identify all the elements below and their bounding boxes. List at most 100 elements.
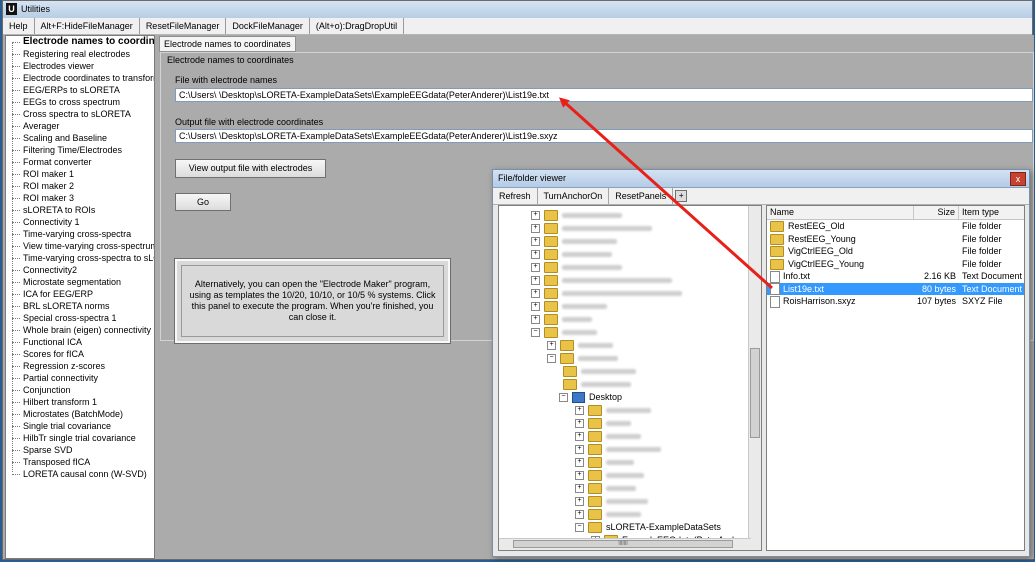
tree-node[interactable]: + — [575, 482, 636, 495]
folder-icon — [544, 314, 558, 326]
tree-node[interactable]: − — [531, 326, 597, 339]
sidebar-item[interactable]: Scores for fICA — [6, 348, 154, 360]
menu-help[interactable]: Help — [3, 18, 35, 34]
tree-node[interactable]: + — [575, 469, 644, 482]
tree-node[interactable]: + — [531, 274, 672, 287]
file-row[interactable]: RoisHarrison.sxyz 107 bytes SXYZ File — [767, 295, 1024, 308]
tree-node[interactable]: + — [531, 209, 622, 222]
tree-vertical-scrollbar[interactable] — [748, 206, 761, 550]
menu-hide-file-manager[interactable]: Alt+F:HideFileManager — [35, 18, 140, 34]
sidebar-item[interactable]: Sparse SVD — [6, 444, 154, 456]
sidebar-item[interactable]: Microstates (BatchMode) — [6, 408, 154, 420]
tree-node[interactable]: + — [547, 339, 613, 352]
folder-icon — [588, 470, 602, 482]
tree-node[interactable]: + — [531, 222, 652, 235]
file-row[interactable]: RestEEG_Young File folder — [767, 233, 1024, 245]
sidebar-item[interactable]: Time-varying cross-spectra to sLORE — [6, 252, 154, 264]
sidebar-item[interactable]: HilbTr single trial covariance — [6, 432, 154, 444]
sidebar-item[interactable]: ROI maker 2 — [6, 180, 154, 192]
sidebar-item[interactable]: Connectivity 1 — [6, 216, 154, 228]
tree-node[interactable] — [563, 365, 636, 378]
column-size[interactable]: Size — [914, 206, 959, 219]
turn-anchor-on-button[interactable]: TurnAnchorOn — [538, 188, 610, 204]
column-name[interactable]: Name — [767, 206, 914, 219]
view-output-button[interactable]: View output file with electrodes — [175, 159, 326, 178]
sidebar-item[interactable]: Registering real electrodes — [6, 48, 154, 60]
sidebar-item[interactable]: ROI maker 1 — [6, 168, 154, 180]
tree-node[interactable]: + — [575, 456, 634, 469]
file-row[interactable]: Info.txt 2.16 KB Text Document — [767, 270, 1024, 283]
tree-node[interactable]: − — [547, 352, 618, 365]
file-row[interactable]: List19e.txt 80 bytes Text Document — [767, 282, 1024, 296]
sidebar-item[interactable]: Single trial covariance — [6, 420, 154, 432]
reset-panels-button[interactable]: ResetPanels — [609, 188, 674, 204]
column-type[interactable]: Item type — [959, 206, 1024, 219]
tree-node[interactable]: + — [575, 430, 641, 443]
output-file-field[interactable]: C:\Users\ \Desktop\sLORETA-ExampleDataSe… — [175, 129, 1033, 143]
input-file-field[interactable]: C:\Users\ \Desktop\sLORETA-ExampleDataSe… — [175, 88, 1033, 102]
tree-node[interactable] — [563, 378, 631, 391]
tree-node[interactable]: + — [575, 508, 641, 521]
sidebar-item[interactable]: LORETA causal conn (W-SVD) — [6, 468, 154, 480]
sidebar-item[interactable]: Special cross-spectra 1 — [6, 312, 154, 324]
sidebar-item[interactable]: Scaling and Baseline — [6, 132, 154, 144]
file-row[interactable]: RestEEG_Old File folder — [767, 220, 1024, 233]
sidebar-item[interactable]: View time-varying cross-spectrum — [6, 240, 154, 252]
sidebar-item[interactable]: Format converter — [6, 156, 154, 168]
file-row[interactable]: VigCtrlEEG_Young File folder — [767, 258, 1024, 270]
tree-node-datasets[interactable]: − sLORETA-ExampleDataSets — [575, 521, 721, 534]
sidebar-item[interactable]: Time-varying cross-spectra — [6, 228, 154, 240]
electrode-maker-text: Alternatively, you can open the "Electro… — [181, 265, 444, 337]
sidebar-item[interactable]: Functional ICA — [6, 336, 154, 348]
tree-node[interactable]: + — [531, 248, 612, 261]
sidebar-item[interactable]: ICA for EEG/ERP — [6, 288, 154, 300]
sidebar-item[interactable]: BRL sLORETA norms — [6, 300, 154, 312]
tree-node-desktop[interactable]: − Desktop — [559, 391, 622, 404]
sidebar-item[interactable]: Partial connectivity — [6, 372, 154, 384]
sidebar-item[interactable]: Electrode names to coordinate — [6, 36, 154, 48]
tree-node[interactable]: + — [531, 287, 682, 300]
tab-electrode-names[interactable]: Electrode names to coordinates — [159, 36, 296, 52]
menu-drag-drop-util[interactable]: (Alt+o):DragDropUtil — [310, 18, 405, 34]
tree-scroll-thumb[interactable] — [750, 348, 760, 438]
tree-node[interactable]: + — [575, 417, 631, 430]
electrode-maker-panel[interactable]: Alternatively, you can open the "Electro… — [174, 258, 451, 344]
sidebar-item[interactable]: EEG/ERPs to sLORETA — [6, 84, 154, 96]
go-button[interactable]: Go — [175, 193, 231, 211]
sidebar-item[interactable]: ROI maker 3 — [6, 192, 154, 204]
menu-reset-file-manager[interactable]: ResetFileManager — [140, 18, 227, 34]
tree-node[interactable]: + — [531, 235, 617, 248]
title-bar: U Utilities — [3, 1, 1032, 19]
sidebar-item[interactable]: Hilbert transform 1 — [6, 396, 154, 408]
sidebar-item[interactable]: Averager — [6, 120, 154, 132]
tree-node[interactable]: + — [575, 443, 661, 456]
folder-icon — [770, 233, 784, 245]
tree-hscroll-thumb[interactable]: lllllll — [513, 540, 733, 548]
tree-node[interactable]: + — [575, 495, 648, 508]
tree-node[interactable]: + — [531, 313, 592, 326]
file-name-cell: List19e.txt — [770, 283, 913, 296]
sidebar-item[interactable]: Connectivity2 — [6, 264, 154, 276]
sidebar-item[interactable]: Regression z-scores — [6, 360, 154, 372]
tree-node[interactable]: + — [531, 300, 607, 313]
close-icon[interactable]: x — [1010, 172, 1026, 186]
refresh-button[interactable]: Refresh — [493, 188, 538, 204]
sidebar-item[interactable]: sLORETA to ROIs — [6, 204, 154, 216]
sidebar-item[interactable]: Electrodes viewer — [6, 60, 154, 72]
sidebar-item[interactable]: Filtering Time/Electrodes — [6, 144, 154, 156]
sidebar-item[interactable]: Conjunction — [6, 384, 154, 396]
file-name-cell: VigCtrlEEG_Young — [770, 258, 913, 270]
menu-dock-file-manager[interactable]: DockFileManager — [226, 18, 310, 34]
file-row[interactable]: VigCtrlEEG_Old File folder — [767, 245, 1024, 258]
sidebar-item[interactable]: Cross spectra to sLORETA — [6, 108, 154, 120]
sidebar-item[interactable]: Microstate segmentation — [6, 276, 154, 288]
sidebar-item[interactable]: EEGs to cross spectrum — [6, 96, 154, 108]
folder-icon — [544, 210, 558, 222]
sidebar-item[interactable]: Transposed fICA — [6, 456, 154, 468]
sidebar-item[interactable]: Whole brain (eigen) connectivity 3 — [6, 324, 154, 336]
expand-icon[interactable]: + — [675, 190, 688, 202]
tree-horizontal-scrollbar[interactable]: lllllll — [499, 538, 751, 550]
sidebar-item[interactable]: Electrode coordinates to transforma — [6, 72, 154, 84]
tree-node[interactable]: + — [575, 404, 651, 417]
tree-node[interactable]: + — [531, 261, 622, 274]
